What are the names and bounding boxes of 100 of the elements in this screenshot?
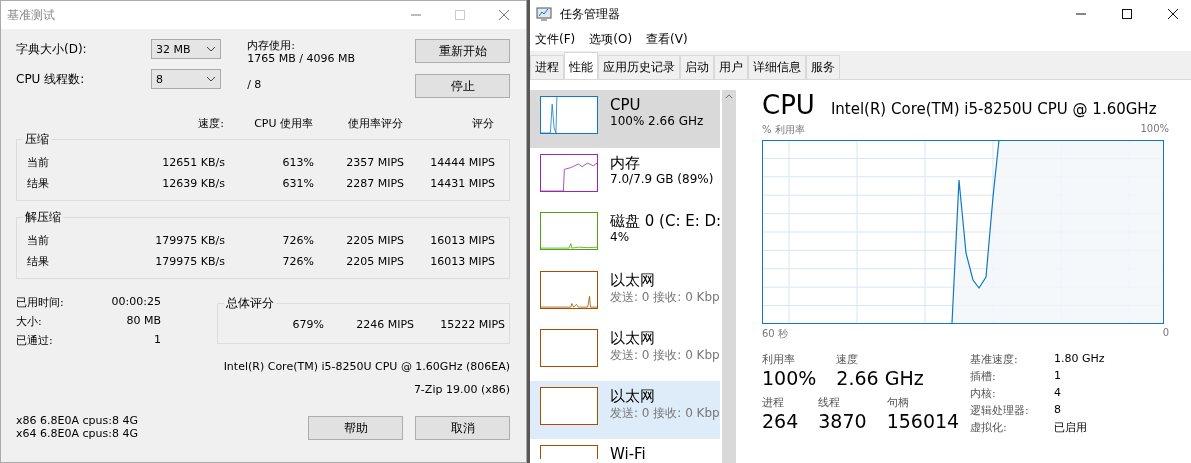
axis-label: 0 — [1162, 327, 1169, 340]
table-cell-text: 16013 MIPS — [429, 233, 495, 249]
spec-label: 逻辑处理器: — [970, 403, 1030, 418]
column-header: CPU 使用率 — [253, 116, 313, 131]
stat-label: 句柄 — [886, 395, 910, 410]
device-name: 以太网 — [610, 328, 656, 347]
device-name: Wi-Fi — [610, 445, 646, 463]
dialog-button[interactable]: 重新开始 — [415, 39, 510, 63]
table-cell-text: 14444 MIPS — [429, 155, 495, 171]
spec-value: 1 — [1054, 369, 1062, 384]
setting-label: CPU 线程数: — [16, 70, 86, 88]
tab[interactable]: 进程 — [530, 55, 564, 79]
setting-label: 字典大小(D): — [16, 40, 88, 58]
table-cell-text: 14431 MIPS — [429, 176, 495, 192]
stat-label: 已通过: — [16, 333, 53, 348]
device-detail: 发送: 0 接收: 0 Kbp — [610, 404, 720, 422]
tab[interactable]: 应用历史记录 — [598, 55, 680, 79]
table-cell-text: 15222 MIPS — [439, 318, 505, 331]
device-name: 磁盘 0 (C: E: D: — [610, 212, 720, 231]
table-cell-text: 613% — [281, 155, 314, 171]
scrollbar[interactable] — [722, 90, 736, 463]
cpu-model: Intel(R) Core(TM) i5-8250U CPU @ 1.60GHz — [830, 100, 1157, 118]
device-detail: 发送: 0 接收: 0 Kbp — [610, 346, 720, 364]
stat-value: 264 — [762, 410, 799, 432]
device-name: 内存 — [610, 154, 641, 173]
thread-total: / 8 — [247, 78, 263, 91]
device-item[interactable]: 以太网 发送: 0 接收: 0 Kbp — [530, 380, 720, 440]
table-cell-text: 679% — [291, 318, 324, 331]
column-header: 速度: — [197, 116, 224, 131]
table-cell-text: 2205 MIPS — [345, 233, 404, 249]
cpu-info: Intel(R) Core(TM) i5-8250U CPU @ 1.60GHz (806EA) — [222, 360, 510, 373]
device-detail: 7.0/7.9 GB (89%) — [610, 172, 714, 187]
stat-label: 大小: — [16, 314, 42, 329]
cpu-flags-text: x64 6.8E0A cpus:8 4G — [16, 427, 138, 440]
table-cell-text: 2357 MIPS — [345, 155, 404, 171]
table-cell-text: 2246 MIPS — [355, 318, 414, 331]
spec-label: 插槽: — [970, 369, 997, 384]
stat-value: 156014 — [886, 410, 960, 432]
panel-title: CPU — [762, 90, 815, 120]
maximize-icon[interactable] — [1121, 8, 1133, 20]
dropdown[interactable]: 32 MB — [151, 39, 221, 59]
window-title: 基准测试 — [7, 6, 55, 24]
chevron-icon — [206, 76, 216, 82]
table-cell-text: 179975 KB/s — [154, 254, 225, 270]
device-item[interactable]: 以太网 发送: 0 接收: 0 Kbp — [530, 264, 720, 323]
device-item[interactable]: 以太网 发送: 0 接收: 0 Kbp — [530, 322, 720, 381]
tab[interactable]: 启动 — [680, 55, 714, 79]
stat-label: 利用率 — [762, 352, 796, 367]
dropdown[interactable]: 8 — [151, 69, 221, 89]
menu-item[interactable]: 文件(F) — [535, 31, 576, 48]
dialog-button[interactable]: 取消 — [415, 416, 510, 440]
row-label: 当前 — [27, 155, 50, 171]
device-item[interactable]: 磁盘 0 (C: E: D: 4% — [530, 206, 720, 265]
tab[interactable]: 性能 — [564, 52, 598, 79]
spec-label: 虚拟化: — [970, 420, 1008, 435]
stat-value: 1 — [154, 333, 161, 348]
device-name: CPU — [610, 96, 642, 114]
stat-value: 100% — [762, 367, 817, 389]
spec-value: 已启用 — [1054, 420, 1088, 435]
column-header: 使用率评分 — [347, 116, 403, 131]
close-icon[interactable] — [1167, 8, 1179, 20]
device-detail: 发送: 0 接收: 0 Kbp — [610, 288, 720, 306]
device-name: 以太网 — [610, 270, 656, 289]
window-title: 任务管理器 — [560, 5, 620, 23]
table-cell-text: 12639 KB/s — [161, 176, 225, 192]
version-text: 7-Zip 19.00 (x86) — [412, 383, 510, 396]
device-detail: 100% 2.66 GHz — [610, 114, 704, 128]
dialog-button[interactable]: 停止 — [415, 74, 510, 98]
monitor-chart-icon — [536, 6, 552, 22]
device-item[interactable]: CPU 100% 2.66 GHz — [530, 90, 720, 149]
stat-label: 进程 — [762, 395, 785, 410]
tab[interactable]: 用户 — [714, 55, 748, 79]
stat-value: 2.66 GHz — [836, 367, 924, 389]
chevron-icon — [206, 46, 216, 52]
spec-label: 基准速度: — [970, 352, 1019, 367]
group-title: 总体评分 — [225, 295, 275, 312]
table-cell-text: 726% — [281, 254, 314, 270]
table-cell-text: 631% — [281, 176, 314, 192]
cpu-flags-text: x86 6.8E0A cpus:8 4G — [16, 414, 138, 427]
scroll-up-icon[interactable] — [725, 94, 733, 99]
stat-label: 已用时间: — [16, 295, 64, 310]
axis-label: 60 秒 — [762, 327, 788, 341]
menu-item[interactable]: 选项(O) — [589, 31, 633, 48]
device-item[interactable]: Wi-Fi — [530, 439, 720, 463]
row-label: 结果 — [27, 254, 50, 270]
spec-value: 8 — [1054, 403, 1062, 418]
memory-value: 1765 MB / 4096 MB — [247, 52, 356, 65]
table-cell-text: 726% — [281, 233, 314, 249]
table-cell-text: 2205 MIPS — [345, 254, 404, 270]
table-cell-text: 12651 KB/s — [161, 155, 225, 171]
group-title: 解压缩 — [24, 209, 62, 226]
dialog-button[interactable]: 帮助 — [308, 416, 403, 440]
tab[interactable]: 详细信息 — [748, 55, 806, 79]
stat-value: 3870 — [818, 410, 867, 432]
spec-value: 4 — [1054, 386, 1062, 401]
axis-label: 100% — [1140, 123, 1169, 136]
device-item[interactable]: 内存 7.0/7.9 GB (89%) — [530, 148, 720, 207]
table-cell-text: 2287 MIPS — [345, 176, 404, 192]
tab[interactable]: 服务 — [806, 55, 840, 79]
menu-item[interactable]: 查看(V) — [646, 31, 688, 48]
